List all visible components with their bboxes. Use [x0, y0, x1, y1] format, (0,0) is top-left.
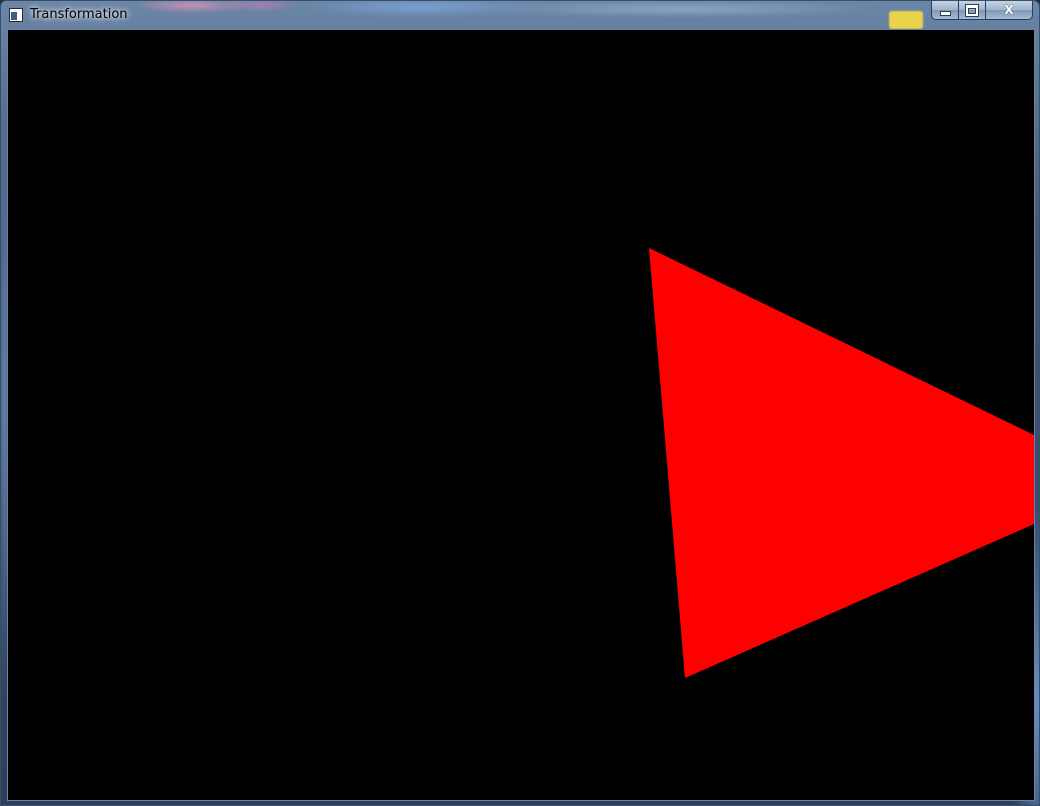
- canvas-svg: [8, 30, 1034, 800]
- window-title: Transformation: [30, 7, 128, 22]
- close-button[interactable]: X: [986, 1, 1033, 20]
- render-canvas[interactable]: [8, 30, 1034, 800]
- title-bar[interactable]: Transformation X: [1, 1, 1039, 29]
- maximize-button[interactable]: [959, 1, 986, 20]
- window-app-icon[interactable]: [9, 8, 23, 22]
- minimize-button[interactable]: [931, 1, 959, 20]
- minimize-icon: [940, 11, 950, 15]
- close-icon: X: [1004, 3, 1014, 17]
- app-window: Transformation X: [0, 0, 1040, 806]
- notification-badge-icon: [889, 11, 923, 29]
- maximize-icon: [966, 4, 978, 16]
- caption-buttons: X: [931, 1, 1033, 21]
